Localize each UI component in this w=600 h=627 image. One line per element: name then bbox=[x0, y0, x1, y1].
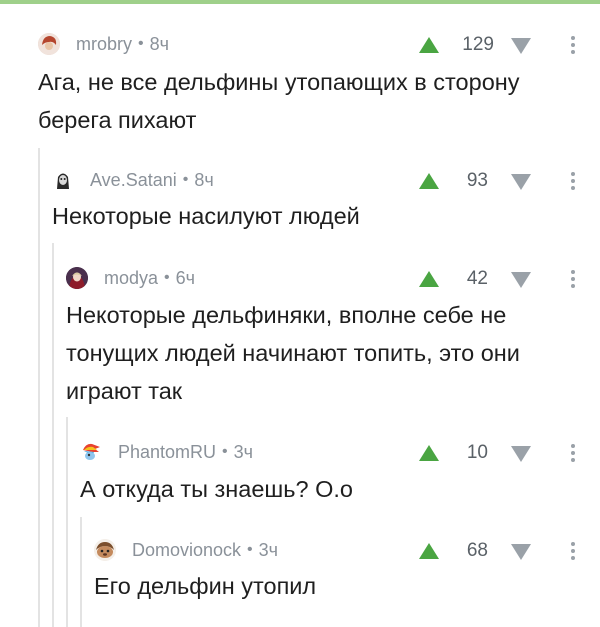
comment-text-line: тонущих людей начинают топить, это они bbox=[66, 340, 520, 366]
downvote-arrow-icon[interactable] bbox=[511, 174, 531, 190]
score: 42 bbox=[466, 268, 488, 289]
comment-text-line: берега пихают bbox=[38, 107, 197, 133]
comment-meta: Ave.Satani • 8ч bbox=[52, 169, 214, 191]
username[interactable]: Ave.Satani bbox=[90, 170, 177, 191]
separator-dot: • bbox=[182, 171, 189, 188]
score: 129 bbox=[462, 34, 494, 55]
separator-dot: • bbox=[222, 443, 228, 460]
separator-dot: • bbox=[247, 541, 253, 558]
comment-meta: mrobry • 8ч bbox=[38, 33, 169, 55]
avatar[interactable] bbox=[66, 267, 88, 289]
comment-text-line: Его дельфин утопил bbox=[94, 573, 317, 599]
comment-text-line: А откуда ты знаешь? О.о bbox=[80, 476, 353, 502]
header-accent-bar bbox=[0, 0, 600, 4]
more-vertical-icon[interactable] bbox=[570, 270, 576, 288]
comment-text-line: Некоторые дельфиняки, вполне себе не bbox=[66, 302, 507, 328]
upvote-arrow-icon[interactable] bbox=[419, 271, 439, 287]
more-vertical-icon[interactable] bbox=[570, 444, 576, 462]
timestamp[interactable]: 6ч bbox=[176, 268, 195, 289]
downvote-arrow-icon[interactable] bbox=[511, 38, 531, 54]
score: 10 bbox=[466, 442, 488, 463]
timestamp[interactable]: 3ч bbox=[234, 442, 253, 463]
score: 93 bbox=[466, 170, 488, 191]
more-vertical-icon[interactable] bbox=[570, 172, 576, 190]
upvote-arrow-icon[interactable] bbox=[419, 445, 439, 461]
avatar[interactable] bbox=[38, 33, 60, 55]
comment-text: Некоторые дельфиняки, вполне себе не тон… bbox=[66, 296, 520, 410]
more-vertical-icon[interactable] bbox=[570, 542, 576, 560]
score: 68 bbox=[466, 540, 488, 561]
timestamp[interactable]: 3ч bbox=[259, 540, 278, 561]
upvote-arrow-icon[interactable] bbox=[419, 543, 439, 559]
comment-text: А откуда ты знаешь? О.о bbox=[80, 470, 353, 508]
timestamp[interactable]: 8ч bbox=[194, 170, 213, 191]
thread-line-3[interactable] bbox=[66, 417, 68, 627]
avatar[interactable] bbox=[52, 169, 74, 191]
comment-text: Его дельфин утопил bbox=[94, 567, 316, 605]
downvote-arrow-icon[interactable] bbox=[511, 446, 531, 462]
comment-text-line: играют так bbox=[66, 378, 183, 404]
username[interactable]: Domovionock bbox=[132, 540, 241, 561]
thread-line-2[interactable] bbox=[52, 243, 54, 627]
comment-meta: modya • 6ч bbox=[66, 267, 195, 289]
downvote-arrow-icon[interactable] bbox=[511, 544, 531, 560]
comment-text: Ага, не все дельфины утопающих в сторону… bbox=[38, 63, 520, 139]
timestamp[interactable]: 8ч bbox=[150, 34, 169, 55]
upvote-arrow-icon[interactable] bbox=[419, 37, 439, 53]
separator-dot: • bbox=[164, 269, 170, 286]
more-vertical-icon[interactable] bbox=[570, 36, 576, 54]
comment-text: Некоторые насилуют людей bbox=[52, 197, 360, 235]
username[interactable]: PhantomRU bbox=[118, 442, 216, 463]
thread-line-4[interactable] bbox=[80, 517, 82, 627]
comment-text-line: Некоторые насилуют людей bbox=[52, 203, 360, 229]
username[interactable]: mrobry bbox=[76, 34, 132, 55]
downvote-arrow-icon[interactable] bbox=[511, 272, 531, 288]
separator-dot: • bbox=[138, 35, 144, 52]
comment-meta: PhantomRU • 3ч bbox=[80, 441, 253, 463]
comment-meta: Domovionock • 3ч bbox=[94, 539, 278, 561]
avatar[interactable] bbox=[80, 441, 102, 463]
upvote-arrow-icon[interactable] bbox=[419, 173, 439, 189]
avatar[interactable] bbox=[94, 539, 116, 561]
comment-text-line: Ага, не все дельфины утопающих в сторону bbox=[38, 69, 520, 95]
username[interactable]: modya bbox=[104, 268, 158, 289]
thread-line-1[interactable] bbox=[38, 148, 40, 627]
